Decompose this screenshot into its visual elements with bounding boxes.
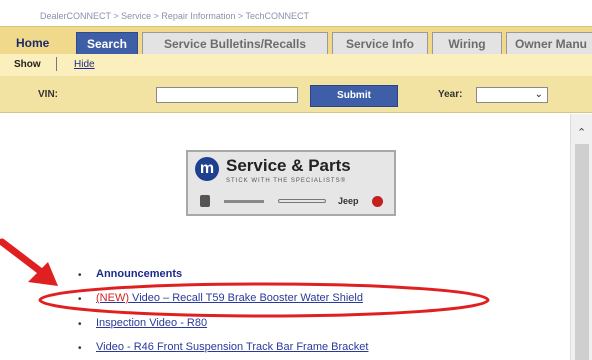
r46-video-link[interactable]: Video - R46 Front Suspension Track Bar F… <box>96 341 368 353</box>
chevron-down-icon: ⌄ <box>534 89 543 100</box>
tab-service-bulletins[interactable]: Service Bulletins/Recalls <box>142 32 328 54</box>
fiat-logo-icon <box>372 196 383 207</box>
tab-bar: Home Search Service Bulletins/Recalls Se… <box>0 26 592 55</box>
show-hide-bar: Show Hide <box>0 54 592 76</box>
tab-wiring[interactable]: Wiring <box>432 32 502 54</box>
brand-logos: Jeep <box>198 195 384 210</box>
scroll-thumb[interactable] <box>575 144 589 360</box>
mopar-m-icon: m <box>195 157 219 181</box>
dodge-logo-icon <box>224 200 264 203</box>
bullet: • <box>78 343 82 354</box>
vin-filter-bar: VIN: Submit Year: ⌄ <box>0 76 592 113</box>
ram-logo-icon <box>200 195 210 207</box>
logo-title: Service & Parts <box>226 156 351 175</box>
vin-input[interactable] <box>156 87 298 103</box>
tab-service-info[interactable]: Service Info <box>332 32 428 54</box>
year-select[interactable]: ⌄ <box>476 87 548 103</box>
logo-tagline: STICK WITH THE SPECIALISTS® <box>226 178 346 184</box>
tab-home[interactable]: Home <box>10 32 74 54</box>
show-link[interactable]: Show <box>14 59 41 70</box>
tab-search[interactable]: Search <box>76 32 138 54</box>
scrollbar[interactable]: ⌃ <box>570 114 592 360</box>
divider <box>56 57 57 71</box>
highlight-oval <box>38 282 490 318</box>
jeep-logo: Jeep <box>338 196 359 206</box>
hide-link[interactable]: Hide <box>74 59 95 70</box>
announcements-heading: Announcements <box>96 268 183 280</box>
mopar-service-parts-logo: m Service & Parts STICK WITH THE SPECIAL… <box>186 150 396 216</box>
vin-label: VIN: <box>38 89 58 100</box>
breadcrumb[interactable]: DealerCONNECT > Service > Repair Informa… <box>0 0 592 22</box>
scroll-up-icon[interactable]: ⌃ <box>577 126 586 139</box>
tab-owner-manuals[interactable]: Owner Manu <box>506 32 592 54</box>
chrysler-logo-icon <box>278 199 326 203</box>
submit-button[interactable]: Submit <box>310 85 398 107</box>
year-label: Year: <box>438 89 463 100</box>
